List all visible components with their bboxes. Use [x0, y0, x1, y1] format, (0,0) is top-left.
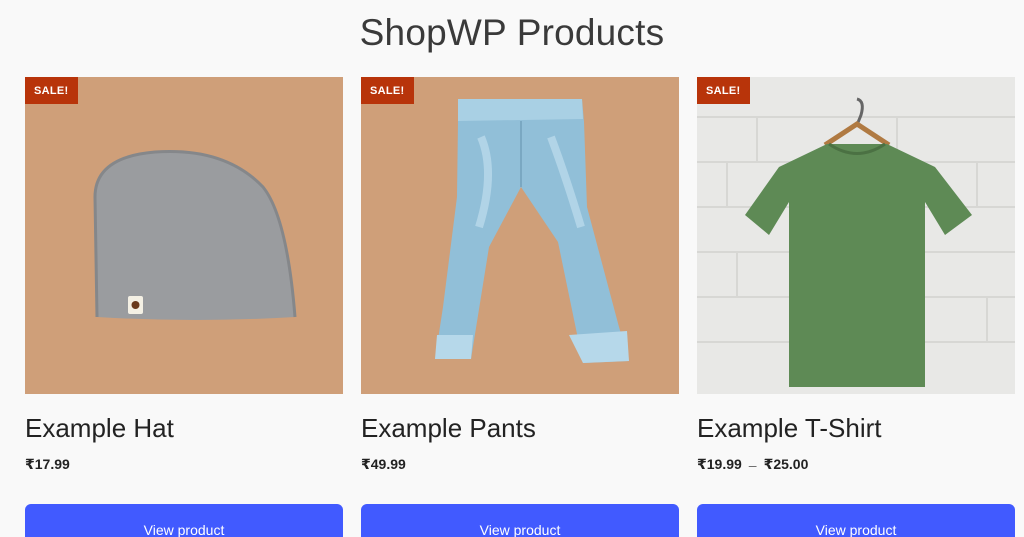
product-card-tshirt: SALE! Example T-Shirt ₹19.99 – ₹25.00 Vi…	[697, 77, 1015, 537]
product-listing-page: ShopWP Products SALE! Example Hat ₹17.99…	[0, 0, 1024, 537]
tshirt-image[interactable]: SALE!	[697, 77, 1015, 394]
product-price: ₹49.99	[361, 456, 406, 473]
sale-badge: SALE!	[697, 77, 750, 104]
product-price: ₹17.99	[25, 456, 70, 473]
view-product-button[interactable]: View product	[361, 504, 679, 537]
sale-badge: SALE!	[25, 77, 78, 104]
sale-badge: SALE!	[361, 77, 414, 104]
pants-image[interactable]: SALE!	[361, 77, 679, 394]
product-name[interactable]: Example Hat	[25, 413, 174, 444]
page-title: ShopWP Products	[359, 12, 665, 53]
view-product-button[interactable]: View product	[25, 504, 343, 537]
product-card-pants: SALE! Example Pants ₹49.99 View product	[361, 77, 679, 537]
price-value: ₹17.99	[25, 456, 70, 472]
price-value: ₹49.99	[361, 456, 406, 472]
view-product-button[interactable]: View product	[697, 504, 1015, 537]
pants-photo-icon	[435, 99, 629, 363]
tshirt-photo-icon	[697, 97, 1015, 387]
product-price-range: ₹19.99 – ₹25.00	[697, 456, 808, 473]
price-max: ₹25.00	[763, 456, 809, 472]
product-name[interactable]: Example T-Shirt	[697, 413, 881, 444]
price-separator: –	[748, 456, 757, 473]
price-min: ₹19.99	[697, 456, 742, 472]
product-card-hat: SALE! Example Hat ₹17.99 View product	[25, 77, 343, 537]
hat-photo-icon	[93, 149, 297, 320]
product-name[interactable]: Example Pants	[361, 413, 536, 444]
hat-image[interactable]: SALE!	[25, 77, 343, 394]
